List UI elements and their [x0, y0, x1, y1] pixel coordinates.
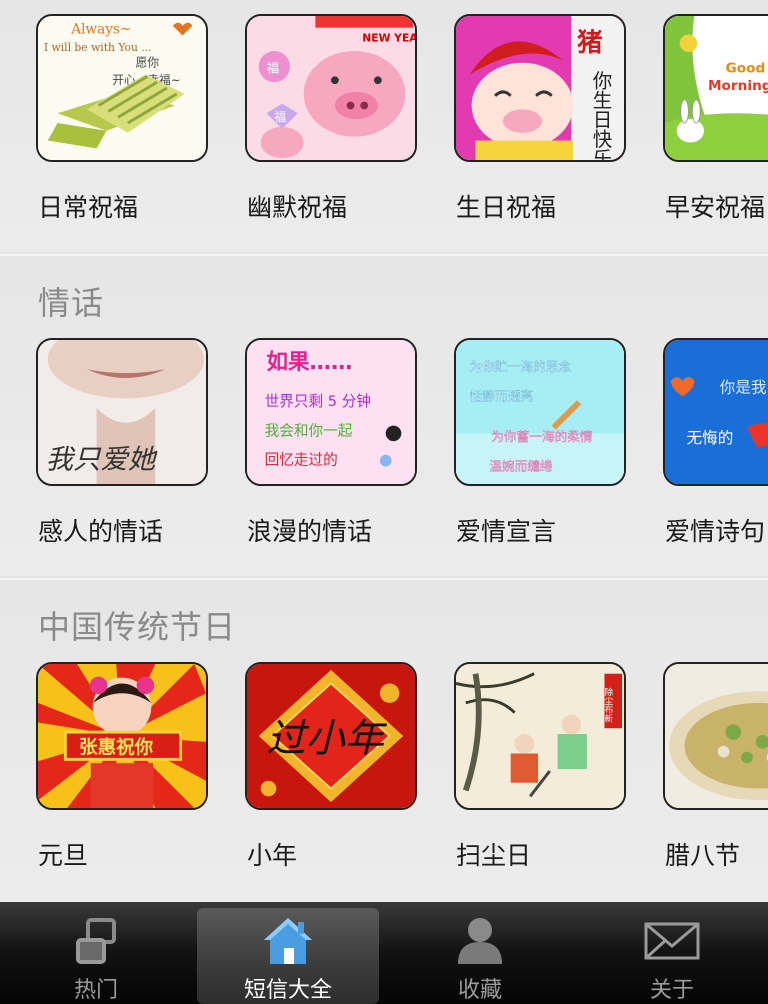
- thumb-daily-blessing: Always~ I will be with You ... 愿你 开心、幸福~: [36, 14, 208, 162]
- svg-text:Always~: Always~: [70, 22, 131, 38]
- thumb-touching-love-words: 我只爱她: [36, 338, 208, 486]
- tab-label: 关于: [649, 978, 694, 1003]
- tab-sms-collection[interactable]: 短信大全: [197, 908, 379, 1004]
- svg-text:世界只剩 5 分钟: 世界只剩 5 分钟: [265, 393, 371, 410]
- category-humor-blessing[interactable]: NEW YEAR 福 福 幽默祝福: [245, 14, 420, 244]
- category-love-poems[interactable]: 你是我 无悔的 爱情诗句: [663, 338, 768, 568]
- svg-text:我只爱她: 我只爱她: [46, 444, 158, 475]
- category-love-declaration[interactable]: 为你贮一海的思念 恬静而透亮 为你蓄一海的柔情 温婉而缱绻 爱情宣言: [454, 338, 629, 568]
- thumb-love-declaration: 为你贮一海的思念 恬静而透亮 为你蓄一海的柔情 温婉而缱绻: [454, 338, 626, 486]
- svg-text:NEW YEAR: NEW YEAR: [362, 31, 415, 44]
- section-traditional-festivals: 中国传统节日 张惠祝你 元旦 过小年 小年 除尘布新 扫尘日 腊八节: [0, 578, 768, 902]
- tab-label: 热门: [73, 978, 118, 1003]
- svg-text:我会和你一起: 我会和你一起: [265, 422, 353, 439]
- category-touching-love-words[interactable]: 我只爱她 感人的情话: [36, 338, 211, 568]
- tab-favorites[interactable]: 收藏: [389, 902, 571, 1004]
- thumb-laba-festival: [663, 662, 768, 810]
- category-laba-festival[interactable]: 腊八节: [663, 662, 768, 892]
- svg-text:为你蓄一海的柔情: 为你蓄一海的柔情: [491, 429, 593, 444]
- svg-text:愿你: 愿你: [136, 56, 160, 70]
- thumb-new-year: 张惠祝你: [36, 662, 208, 810]
- thumb-romantic-love-words: 如果…… 世界只剩 5 分钟 我会和你一起 回忆走过的: [245, 338, 417, 486]
- category-label: 扫尘日: [456, 841, 532, 870]
- category-label: 生日祝福: [456, 193, 557, 222]
- svg-text:Good: Good: [726, 60, 766, 76]
- thumb-dust-sweeping-day: 除尘布新: [454, 662, 626, 810]
- category-label: 幽默祝福: [247, 193, 348, 222]
- person-icon: [458, 918, 502, 964]
- thumb-little-new-year: 过小年: [245, 662, 417, 810]
- svg-text:温婉而缱绻: 温婉而缱绻: [489, 458, 553, 473]
- tab-label: 收藏: [457, 978, 502, 1003]
- windows-icon: [76, 918, 116, 964]
- love-words-row: 我只爱她 感人的情话 如果…… 世界只剩 5 分钟 我会和你一起 回忆走过的 浪…: [0, 338, 768, 558]
- category-label: 浪漫的情话: [247, 517, 373, 546]
- svg-text:你生日快乐: 你生日快乐: [589, 70, 612, 160]
- category-new-year[interactable]: 张惠祝你 元旦: [36, 662, 211, 892]
- svg-text:福: 福: [274, 110, 286, 124]
- category-label: 爱情诗句: [665, 517, 766, 546]
- festivals-row: 张惠祝你 元旦 过小年 小年 除尘布新 扫尘日 腊八节: [0, 662, 768, 882]
- thumb-birthday-blessing: 猪 你生日快乐: [454, 14, 626, 162]
- category-label: 腊八节: [665, 841, 741, 870]
- thumb-love-poems: 你是我 无悔的: [663, 338, 768, 486]
- category-little-new-year[interactable]: 过小年 小年: [245, 662, 420, 892]
- category-label: 元旦: [38, 841, 89, 870]
- svg-text:I will be with You ...: I will be with You ...: [44, 41, 152, 54]
- thumb-morning-blessing: Good Morning: [663, 14, 768, 162]
- svg-text:如果……: 如果……: [267, 349, 353, 375]
- svg-text:张惠祝你: 张惠祝你: [79, 737, 154, 759]
- category-label: 感人的情话: [38, 517, 164, 546]
- svg-text:为你贮一海的思念: 为你贮一海的思念: [470, 359, 572, 374]
- svg-text:猪: 猪: [577, 27, 602, 57]
- svg-text:恬静而透亮: 恬静而透亮: [470, 388, 533, 403]
- category-birthday-blessing[interactable]: 猪 你生日快乐 生日祝福: [454, 14, 629, 244]
- section-greetings: Always~ I will be with You ... 愿你 开心、幸福~…: [0, 0, 768, 252]
- svg-text:除尘布新: 除尘布新: [602, 686, 612, 723]
- category-label: 日常祝福: [38, 193, 139, 222]
- svg-text:无悔的: 无悔的: [686, 429, 733, 447]
- envelope-icon: [644, 922, 700, 960]
- svg-text:你是我: 你是我: [720, 379, 767, 397]
- category-label: 小年: [247, 841, 298, 870]
- section-title: 情话: [38, 284, 105, 322]
- thumb-humor-blessing: NEW YEAR 福 福: [245, 14, 417, 162]
- svg-text:回忆走过的: 回忆走过的: [265, 452, 338, 469]
- category-label: 早安祝福: [665, 193, 766, 222]
- section-title: 中国传统节日: [38, 608, 237, 646]
- category-label: 爱情宣言: [456, 517, 557, 546]
- category-morning-blessing[interactable]: Good Morning 早安祝福: [663, 14, 768, 244]
- category-dust-sweeping-day[interactable]: 除尘布新 扫尘日: [454, 662, 629, 892]
- category-romantic-love-words[interactable]: 如果…… 世界只剩 5 分钟 我会和你一起 回忆走过的 浪漫的情话: [245, 338, 420, 568]
- greetings-row: Always~ I will be with You ... 愿你 开心、幸福~…: [0, 14, 768, 234]
- section-love-words: 情话 我只爱她 感人的情话 如果…… 世界只剩 5 分钟 我会和你一起 回忆走过…: [0, 254, 768, 576]
- category-daily-blessing[interactable]: Always~ I will be with You ... 愿你 开心、幸福~…: [36, 14, 211, 244]
- tab-popular[interactable]: 热门: [5, 902, 187, 1004]
- bottom-tab-bar: 热门 短信大全 收藏 关于: [0, 902, 768, 1004]
- tab-label: 短信大全: [243, 978, 332, 1003]
- svg-text:福: 福: [267, 60, 280, 75]
- home-icon: [264, 918, 312, 964]
- svg-text:过小年: 过小年: [267, 717, 388, 762]
- svg-text:Morning: Morning: [708, 78, 768, 94]
- tab-about[interactable]: 关于: [581, 902, 763, 1004]
